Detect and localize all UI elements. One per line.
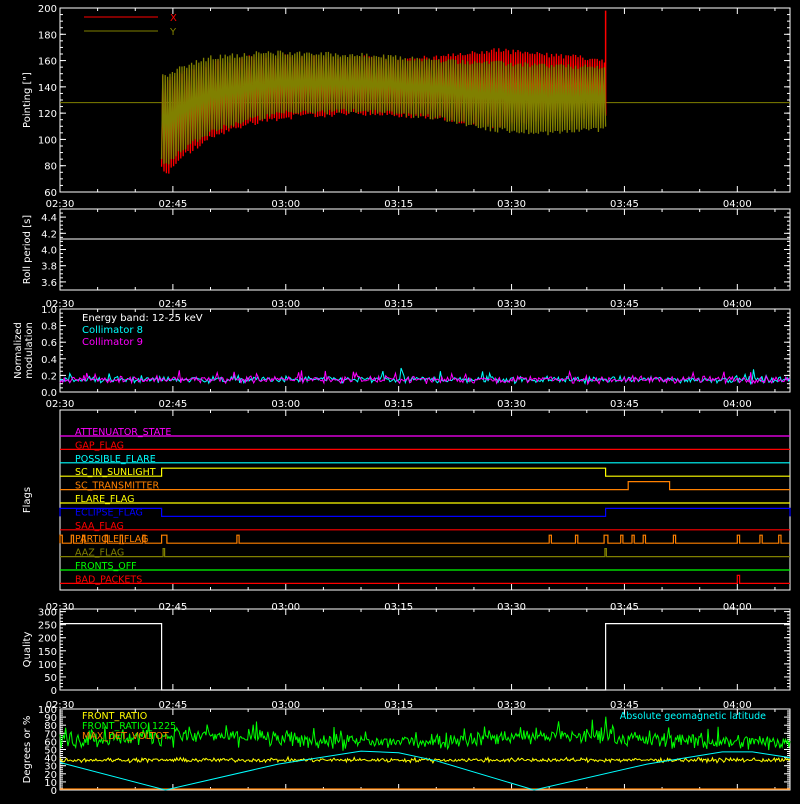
x-tick-label: 03:00	[271, 199, 300, 210]
y-tick-label: 200	[38, 634, 57, 645]
x-tick-label: 02:45	[158, 399, 187, 410]
y-tick-label: 200	[38, 4, 57, 15]
y-tick-label: 160	[38, 57, 57, 68]
flag-label: POSSIBLE_FLARE	[75, 454, 156, 465]
x-tick-label: 02:45	[158, 199, 187, 210]
x-tick-label: 03:00	[271, 399, 300, 410]
y-tick-label: 150	[38, 647, 57, 658]
flag-label: GAP_FLAG	[75, 440, 124, 451]
flag-label: SC_TRANSMITTER	[75, 481, 160, 492]
energy-band-annotation: Energy band: 12-25 keV	[82, 313, 203, 324]
x-tick-label: 03:15	[384, 299, 413, 310]
y-tick-label: 250	[38, 621, 57, 632]
y-tick-label: 3.6	[41, 278, 57, 289]
y-tick-label: 180	[38, 30, 57, 41]
y-tick-label: 60	[44, 188, 57, 199]
y-tick-label: 0	[51, 686, 57, 697]
y-tick-label: 50	[44, 673, 57, 684]
y-axis-label-line: Normalized	[13, 322, 24, 379]
legend-label: Collimator 9	[82, 337, 143, 348]
flag-label: PARTICLE_FLAG	[75, 534, 148, 545]
y-tick-label: 0.8	[41, 322, 57, 333]
y-axis-label: Normalizedmodulation	[13, 322, 35, 379]
y-axis-label: Quality	[22, 632, 33, 668]
flag-label: AAZ_FLAG	[75, 548, 124, 559]
x-tick-label: 03:15	[384, 399, 413, 410]
y-tick-label: 300	[38, 608, 57, 619]
x-tick-label: 04:00	[723, 299, 752, 310]
y-tick-label: 0.0	[41, 388, 57, 399]
y-tick-label: 4.2	[41, 229, 57, 240]
flag-label: FRONTS_OFF	[75, 561, 137, 572]
legend-label: X	[170, 13, 177, 24]
x-tick-label: 03:00	[271, 299, 300, 310]
y-tick-label: 4.4	[41, 213, 57, 224]
flag-label: ECLIPSE_FLAG	[75, 507, 143, 518]
flag-label: SAA_FLAG	[75, 521, 124, 532]
flag-label: FLARE_FLAG	[75, 494, 135, 505]
y-tick-label: 80	[44, 162, 57, 173]
y-tick-label: 3.8	[41, 262, 57, 273]
x-tick-label: 03:30	[497, 299, 526, 310]
legend-label: Y	[169, 27, 177, 38]
x-tick-label: 03:45	[610, 199, 639, 210]
y-tick-label: 100	[38, 705, 57, 716]
x-tick-label: 04:00	[723, 399, 752, 410]
y-axis-label: Degrees or %	[22, 716, 33, 784]
flag-label: SC_IN_SUNLIGHT	[75, 467, 156, 478]
y-tick-label: 0.2	[41, 371, 57, 382]
y-axis-label: Pointing ["]	[22, 72, 33, 128]
legend-label: Collimator 8	[82, 325, 143, 336]
x-tick-label: 02:30	[46, 399, 75, 410]
flag-label: BAD_PACKETS	[75, 574, 142, 585]
legend-label: MAX_DET_VOLTOT	[82, 731, 169, 742]
x-tick-label: 03:45	[610, 299, 639, 310]
flag-label: ATTENUATOR_STATE	[75, 427, 171, 438]
x-tick-label: 04:00	[723, 199, 752, 210]
x-tick-label: 03:30	[497, 199, 526, 210]
figure-canvas: 02:30 02:45 03:00 03:15 03:30 03:45 04:00 60 80 1…	[0, 0, 800, 800]
latitude-annotation: Absolute geomagnetic latitude	[620, 711, 766, 722]
hessi-quicklook-figure: 02:30 02:45 03:00 03:15 03:30 03:45 04:00 60 80 1…	[0, 0, 800, 800]
y-tick-label: 4.0	[41, 246, 57, 257]
y-tick-label: 0.6	[41, 338, 57, 349]
y-axis-label: Flags	[22, 487, 33, 513]
y-axis-label-line: modulation	[24, 322, 35, 379]
x-tick-label: 02:30	[46, 199, 75, 210]
x-tick-label: 03:30	[497, 399, 526, 410]
x-tick-label: 03:15	[384, 199, 413, 210]
y-tick-label: 120	[38, 109, 57, 120]
x-tick-label: 03:45	[610, 399, 639, 410]
y-tick-label: 0.4	[41, 355, 57, 366]
y-tick-label: 1.0	[41, 305, 57, 316]
y-axis-label: Roll period [s]	[22, 215, 33, 284]
y-tick-label: 140	[38, 83, 57, 94]
y-tick-label: 100	[38, 135, 57, 146]
x-tick-label: 02:45	[158, 299, 187, 310]
y-tick-label: 100	[38, 660, 57, 671]
